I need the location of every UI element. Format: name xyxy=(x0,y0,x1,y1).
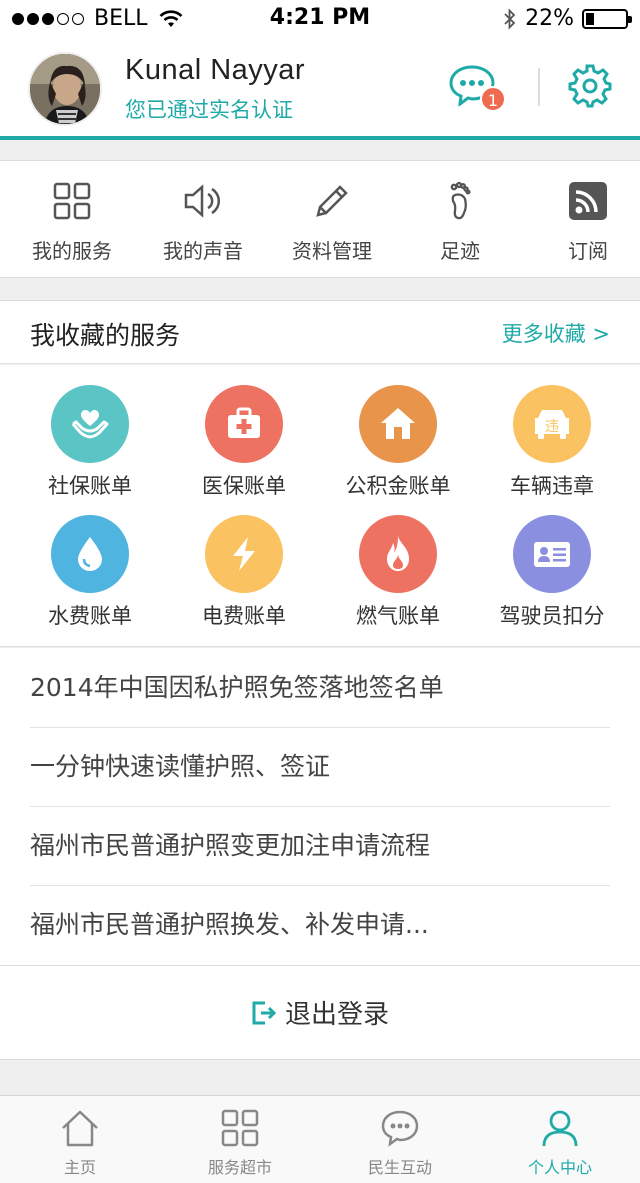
favorites-header: 我收藏的服务 更多收藏 > xyxy=(0,300,640,364)
profile-header: Kunal Nayyar 您已通过实名认证 1 xyxy=(0,40,640,136)
verification-status: 您已通过实名认证 xyxy=(125,98,293,122)
house-icon xyxy=(381,408,415,439)
service-icon-circle: 违 xyxy=(513,385,591,463)
user-name: Kunal Nayyar xyxy=(125,54,306,86)
news-item[interactable]: 福州市民普通护照变更加注申请流程 xyxy=(30,806,610,886)
lightning-icon xyxy=(233,537,255,571)
rss-icon xyxy=(569,182,607,220)
service-water-bill[interactable]: 水费账单 xyxy=(10,495,170,628)
status-right: 22% xyxy=(503,6,632,31)
tab-label: 个人中心 xyxy=(527,1158,592,1177)
service-icon-circle xyxy=(51,385,129,463)
service-label: 燃气账单 xyxy=(356,604,440,628)
grid-icon xyxy=(221,1109,259,1147)
quick-my-voice[interactable]: 我的声音 xyxy=(139,161,267,279)
water-drop-icon xyxy=(78,537,102,571)
tab-label: 服务超市 xyxy=(207,1158,272,1177)
news-item[interactable]: 福州市民普通护照换发、补发申请... xyxy=(30,885,610,965)
status-bar: BELL 4:21 PM 22% xyxy=(0,0,640,40)
quick-profile-manage[interactable]: 资料管理 xyxy=(268,161,396,279)
bluetooth-icon xyxy=(504,7,516,30)
quick-label: 我的服务 xyxy=(32,239,112,263)
tab-label: 民生互动 xyxy=(367,1158,432,1177)
quick-label: 我的声音 xyxy=(163,239,243,263)
grid-icon xyxy=(53,182,91,220)
quick-subscribe[interactable]: 订阅 xyxy=(524,161,640,279)
medical-kit-icon xyxy=(228,407,260,438)
service-housing-fund[interactable]: 公积金账单 xyxy=(318,365,478,498)
logout-button[interactable]: 退出登录 xyxy=(0,966,640,1060)
service-icon-circle xyxy=(205,515,283,593)
settings-button[interactable] xyxy=(568,64,612,108)
car-glyph: 违 xyxy=(545,419,559,435)
tab-bar: 主页 服务超市 民生互动 个人中心 xyxy=(0,1095,640,1183)
service-icon-circle xyxy=(359,515,437,593)
news-item[interactable]: 2014年中国因私护照免签落地签名单 xyxy=(30,648,610,728)
news-item[interactable]: 一分钟快速读懂护照、签证 xyxy=(30,727,610,807)
quick-label: 资料管理 xyxy=(292,239,372,263)
service-icon-circle xyxy=(359,385,437,463)
header-divider xyxy=(538,68,540,106)
tab-service-market[interactable]: 服务超市 xyxy=(160,1096,320,1183)
messages-button[interactable]: 1 xyxy=(448,64,506,114)
service-social-security[interactable]: 社保账单 xyxy=(10,365,170,498)
service-electricity-bill[interactable]: 电费账单 xyxy=(164,495,324,628)
logout-label: 退出登录 xyxy=(284,1000,389,1030)
gear-icon xyxy=(568,64,612,108)
quick-actions-row: 我的服务 我的声音 资料管理 足迹 订阅 xyxy=(0,160,640,278)
tab-community[interactable]: 民生互动 xyxy=(320,1096,480,1183)
service-icon-circle xyxy=(51,515,129,593)
footprint-icon xyxy=(450,181,471,220)
service-label: 水费账单 xyxy=(48,604,132,628)
battery-percent: 22% xyxy=(525,6,574,31)
chat-icon xyxy=(381,1110,419,1147)
car-icon: 违 xyxy=(535,410,569,439)
tab-personal-center[interactable]: 个人中心 xyxy=(480,1096,640,1183)
more-favorites-link[interactable]: 更多收藏 > xyxy=(502,318,610,348)
header-accent-line xyxy=(0,136,640,140)
heart-hands-icon xyxy=(71,410,109,439)
favorites-title: 我收藏的服务 xyxy=(30,321,181,350)
logout-icon xyxy=(252,1001,277,1025)
avatar[interactable] xyxy=(28,52,102,126)
tab-label: 主页 xyxy=(63,1158,96,1177)
service-icon-circle xyxy=(513,515,591,593)
pencil-icon xyxy=(316,185,348,217)
flame-icon xyxy=(387,536,409,571)
quick-label: 足迹 xyxy=(440,239,480,263)
message-badge: 1 xyxy=(480,86,506,112)
quick-footprints[interactable]: 足迹 xyxy=(396,161,524,279)
tab-home[interactable]: 主页 xyxy=(0,1096,160,1183)
home-icon xyxy=(62,1110,98,1147)
service-driver-points[interactable]: 驾驶员扣分 xyxy=(472,495,632,628)
service-icon-circle xyxy=(205,385,283,463)
service-gas-bill[interactable]: 燃气账单 xyxy=(318,495,478,628)
battery-icon xyxy=(582,8,632,29)
favorites-grid: 社保账单 医保账单 公积金账单 违 车辆违章 水费账单 电费账单 燃气账单 驾驶… xyxy=(0,365,640,647)
quick-label: 订阅 xyxy=(568,239,608,263)
service-label: 驾驶员扣分 xyxy=(499,604,605,628)
service-label: 电费账单 xyxy=(202,604,286,628)
service-medical-insurance[interactable]: 医保账单 xyxy=(164,365,324,498)
service-traffic-violation[interactable]: 违 车辆违章 xyxy=(472,365,632,498)
news-list: 2014年中国因私护照免签落地签名单 一分钟快速读懂护照、签证 福州市民普通护照… xyxy=(0,648,640,966)
quick-my-services[interactable]: 我的服务 xyxy=(8,161,136,279)
person-icon xyxy=(542,1110,578,1147)
speaker-icon xyxy=(184,184,221,218)
id-card-icon xyxy=(534,542,570,567)
